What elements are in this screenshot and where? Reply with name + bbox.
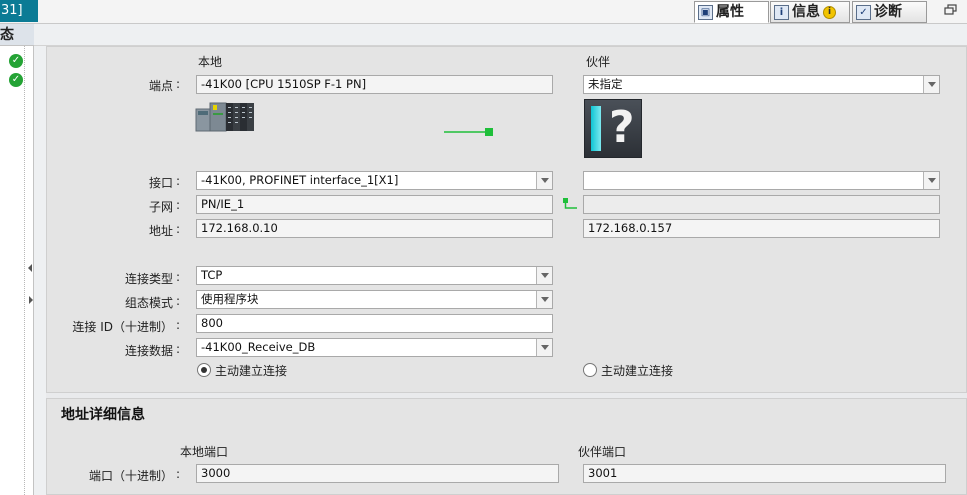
- local-port-header: 本地端口: [180, 445, 229, 459]
- question-mark-icon: ?: [609, 102, 635, 153]
- info-icon: i: [774, 4, 789, 20]
- address-label: 地址: [148, 224, 173, 238]
- interface-local-select[interactable]: -41K00, PROFINET interface_1[X1]: [196, 171, 553, 190]
- endpoint-local-field: -41K00 [CPU 1510SP F-1 PN]: [196, 75, 553, 94]
- chevron-down-icon[interactable]: [536, 172, 552, 189]
- subnet-link-icon: [563, 198, 577, 209]
- subnet-label: 子网: [148, 200, 173, 214]
- partner-port-header: 伙伴端口: [578, 445, 627, 459]
- tab-properties[interactable]: ▣ 属性: [694, 1, 769, 23]
- active-connection-local-radio[interactable]: [197, 363, 211, 377]
- info-badge-icon: i: [823, 5, 836, 19]
- connection-type-value: TCP: [201, 268, 223, 282]
- config-mode-label: 组态模式: [124, 296, 173, 310]
- colon: :: [176, 467, 181, 481]
- interface-partner-select[interactable]: [583, 171, 940, 190]
- tab-info[interactable]: i 信息 i: [770, 1, 850, 23]
- endpoint-partner-value: 未指定: [588, 77, 623, 91]
- colon: :: [176, 294, 181, 308]
- tab-info-label: 信息: [792, 4, 820, 20]
- colon: :: [176, 77, 181, 91]
- config-mode-value: 使用程序块: [201, 292, 259, 306]
- panel-header-strip: [34, 24, 967, 46]
- endpoint-partner-select[interactable]: 未指定: [583, 75, 940, 94]
- local-port-field[interactable]: 3000: [196, 464, 559, 483]
- subnet-local-field: PN/IE_1: [196, 195, 553, 214]
- device-slot-icon: [591, 106, 601, 151]
- interface-label: 接口: [148, 176, 173, 190]
- colon: :: [176, 174, 181, 188]
- column-partner-header: 伙伴: [586, 55, 611, 69]
- connection-data-label: 连接数据: [124, 344, 173, 358]
- chevron-down-icon[interactable]: [923, 172, 939, 189]
- tab-properties-label: 属性: [716, 4, 744, 20]
- tab-diagnostics[interactable]: ✓ 诊断: [852, 1, 927, 23]
- active-connection-partner-label: 主动建立连接: [601, 364, 674, 378]
- address-local-field: 172.168.0.10: [196, 219, 553, 238]
- colon: :: [176, 222, 181, 236]
- config-mode-select[interactable]: 使用程序块: [196, 290, 553, 309]
- properties-icon: ▣: [698, 4, 713, 20]
- editor-title-fragment: 31]: [0, 0, 38, 22]
- subnet-partner-field: [583, 195, 940, 214]
- chevron-down-icon[interactable]: [923, 76, 939, 93]
- connection-id-label: 连接 ID（十进制）: [72, 320, 173, 334]
- colon: :: [176, 318, 181, 332]
- connection-type-select[interactable]: TCP: [196, 266, 553, 285]
- connection-data-select[interactable]: -41K00_Receive_DB: [196, 338, 553, 357]
- active-connection-local-label: 主动建立连接: [215, 364, 288, 378]
- colon: :: [176, 198, 181, 212]
- address-details-title: 地址详细信息: [61, 407, 145, 423]
- connection-link-line: [444, 128, 493, 136]
- restore-window-icon[interactable]: [944, 4, 958, 16]
- port-label: 端口（十进制）: [88, 469, 173, 483]
- endpoint-label: 端点: [148, 79, 173, 93]
- status-ok-icon: ✓: [9, 73, 23, 87]
- status-ok-icon: ✓: [9, 54, 23, 68]
- connection-data-value: -41K00_Receive_DB: [201, 340, 316, 354]
- expand-right-arrow-icon[interactable]: [29, 296, 33, 304]
- address-partner-field[interactable]: 172.168.0.157: [583, 219, 940, 238]
- chevron-down-icon[interactable]: [536, 339, 552, 356]
- left-pane-header: 态: [0, 24, 34, 46]
- colon: :: [176, 270, 181, 284]
- collapse-left-arrow-icon[interactable]: [28, 264, 32, 272]
- chevron-down-icon[interactable]: [536, 291, 552, 308]
- colon: :: [176, 342, 181, 356]
- chevron-down-icon[interactable]: [536, 267, 552, 284]
- diagnostics-icon: ✓: [856, 4, 871, 20]
- partner-port-field[interactable]: 3001: [583, 464, 946, 483]
- active-connection-partner-radio[interactable]: [583, 363, 597, 377]
- splitter[interactable]: [34, 24, 46, 495]
- interface-local-value: -41K00, PROFINET interface_1[X1]: [201, 173, 399, 187]
- local-plc-device-icon: [195, 102, 254, 132]
- unknown-partner-device-icon: ?: [584, 99, 642, 158]
- column-local-header: 本地: [198, 55, 223, 69]
- connection-type-label: 连接类型: [124, 272, 173, 286]
- connection-id-input[interactable]: 800: [196, 314, 553, 333]
- tab-diagnostics-label: 诊断: [874, 4, 902, 20]
